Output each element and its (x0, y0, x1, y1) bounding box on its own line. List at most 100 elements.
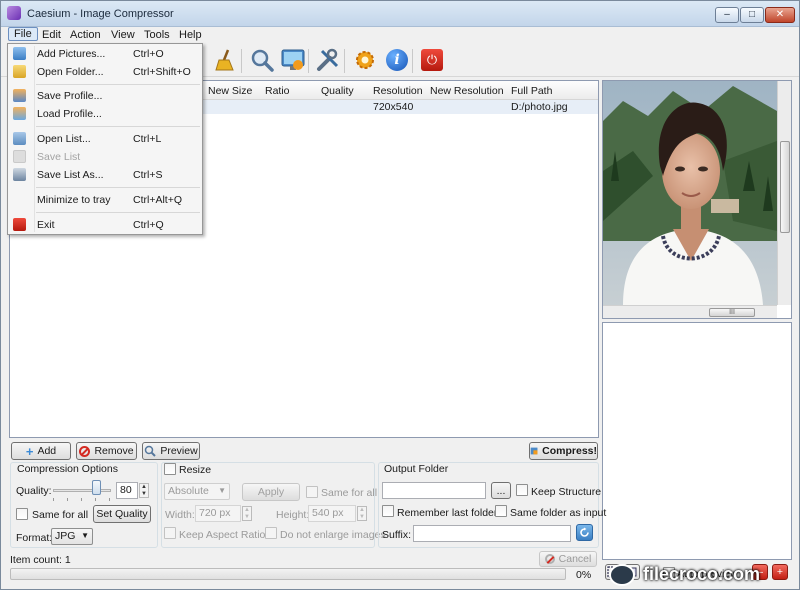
preview-photo (603, 81, 777, 305)
menu-item-open-list[interactable]: Open List... Ctrl+L (10, 131, 200, 147)
settings-icon[interactable] (352, 47, 378, 73)
open-list-icon (13, 132, 26, 145)
menu-item-minimize-to-tray[interactable]: Minimize to tray Ctrl+Alt+Q (10, 192, 200, 208)
browse-button[interactable]: ... (491, 482, 511, 499)
compression-options-title: Compression Options (15, 463, 120, 475)
column-new-resolution[interactable]: New Resolution (430, 85, 504, 97)
width-label: Width: (165, 509, 195, 521)
preview-button[interactable]: Preview (142, 442, 200, 460)
menu-bar: File Edit Action View Tools Help (1, 27, 799, 44)
horizontal-scroll-thumb[interactable]: III (709, 308, 755, 317)
slider-tick (109, 498, 110, 501)
preview-vertical-scrollbar[interactable] (777, 81, 791, 305)
compress-button[interactable]: Compress! (529, 442, 598, 460)
menu-edit[interactable]: Edit (37, 28, 66, 42)
add-button[interactable]: + Add (11, 442, 71, 460)
quality-value-input[interactable]: 80 (116, 482, 138, 499)
suffix-input[interactable] (413, 525, 571, 542)
menu-item-open-folder[interactable]: Open Folder... Ctrl+Shift+O (10, 64, 200, 80)
quit-icon[interactable]: ⏻ (419, 47, 445, 73)
chevron-down-icon: ▼ (81, 531, 89, 540)
menu-separator (36, 187, 200, 188)
height-spinner[interactable]: ▲ ▼ (357, 506, 367, 521)
save-profile-icon (13, 89, 26, 102)
menu-action[interactable]: Action (65, 28, 106, 42)
remove-button[interactable]: Remove (76, 442, 137, 460)
column-new-size[interactable]: New Size (208, 85, 252, 97)
width-input[interactable]: 720 px (195, 505, 241, 522)
output-folder-input[interactable] (382, 482, 486, 499)
column-resolution[interactable]: Resolution (373, 85, 423, 97)
vertical-scroll-thumb[interactable] (780, 141, 790, 233)
item-count: Item count: 1 (10, 554, 71, 566)
cell-full-path: D:/photo.jpg (511, 101, 568, 113)
menu-separator (36, 126, 200, 127)
column-quality[interactable]: Quality (321, 85, 354, 97)
column-ratio[interactable]: Ratio (265, 85, 290, 97)
suffix-label: Suffix: (382, 529, 411, 541)
same-for-all-label: Same for all (32, 509, 89, 521)
magnifier-icon (145, 445, 157, 457)
output-folder-title: Output Folder (382, 463, 451, 475)
title-bar[interactable]: Caesium - Image Compressor – □ ✕ (1, 1, 799, 27)
format-label: Format: (16, 532, 53, 544)
menu-item-save-list-as[interactable]: Save List As... Ctrl+S (10, 167, 200, 183)
menu-view[interactable]: View (106, 28, 140, 42)
chevron-down-icon: ▼ (218, 486, 226, 495)
app-window: Caesium - Image Compressor – □ ✕ File Ed… (0, 0, 800, 590)
same-for-all-checkbox[interactable] (16, 508, 28, 520)
menu-tools[interactable]: Tools (139, 28, 175, 42)
menu-item-exit[interactable]: Exit Ctrl+Q (10, 217, 200, 233)
add-pictures-icon (13, 47, 26, 60)
maximize-button[interactable]: □ (740, 7, 764, 23)
display-icon[interactable] (281, 47, 307, 73)
clear-icon[interactable] (213, 47, 239, 73)
quality-slider-thumb[interactable] (92, 480, 101, 495)
save-list-as-icon (13, 168, 26, 181)
menu-item-load-profile[interactable]: Load Profile... (10, 106, 200, 122)
minimize-button[interactable]: – (715, 7, 739, 23)
compressed-preview-pane (602, 322, 792, 560)
resize-checkbox[interactable] (164, 463, 176, 475)
set-quality-button[interactable]: Set Quality (93, 505, 151, 523)
width-spinner[interactable]: ▲ ▼ (242, 506, 252, 521)
toolbar-separator (412, 49, 413, 73)
cancel-button[interactable]: Cancel (539, 551, 597, 567)
folder-icon (13, 65, 26, 78)
preview-horizontal-scrollbar[interactable]: III (603, 305, 777, 318)
cell-resolution: 720x540 (373, 101, 414, 113)
apply-button[interactable]: Apply (242, 483, 300, 501)
keep-structure-checkbox[interactable] (516, 484, 528, 496)
menu-file[interactable]: File (8, 27, 38, 41)
height-input[interactable]: 540 px (308, 505, 356, 522)
close-button[interactable]: ✕ (765, 7, 795, 23)
resize-mode-select[interactable]: Absolute ▼ (164, 483, 230, 500)
slider-tick (81, 498, 82, 501)
resize-same-for-all-checkbox[interactable] (306, 486, 318, 498)
quality-spinner[interactable]: ▲ ▼ (139, 483, 149, 498)
same-folder-as-input-checkbox[interactable] (495, 505, 507, 517)
menu-separator (36, 212, 200, 213)
height-label: Height: (276, 509, 310, 521)
compress-icon (530, 447, 538, 455)
column-full-path[interactable]: Full Path (511, 85, 552, 97)
remember-last-folder-checkbox[interactable] (382, 505, 394, 517)
no-enlarge-checkbox[interactable] (265, 527, 277, 539)
tools-icon[interactable] (315, 47, 341, 73)
quality-slider-track[interactable] (53, 489, 111, 492)
search-icon[interactable] (249, 47, 275, 73)
menu-item-save-profile[interactable]: Save Profile... (10, 88, 200, 104)
exit-icon (13, 218, 26, 231)
refresh-suffix-button[interactable] (576, 524, 593, 541)
slider-tick (67, 498, 68, 501)
slider-tick (53, 498, 54, 501)
no-enlarge-label: Do not enlarge images (280, 529, 386, 541)
load-profile-icon (13, 107, 26, 120)
menu-help[interactable]: Help (174, 28, 207, 42)
menu-item-add-pictures[interactable]: Add Pictures... Ctrl+O (10, 46, 200, 62)
image-preview-pane: III (602, 80, 792, 319)
info-icon[interactable]: i (384, 47, 410, 73)
keep-aspect-checkbox[interactable] (164, 527, 176, 539)
format-select[interactable]: JPG ▼ (51, 528, 93, 545)
menu-item-save-list[interactable]: Save List (10, 149, 200, 165)
